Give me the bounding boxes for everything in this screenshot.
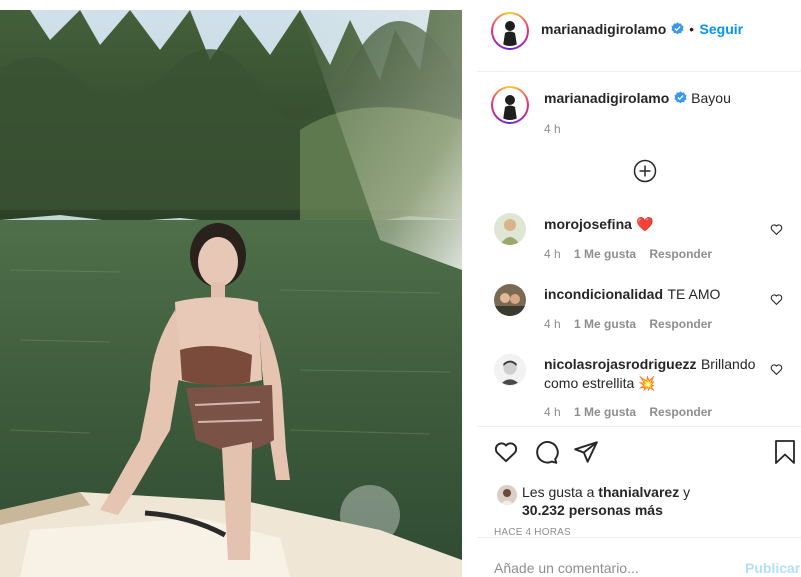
- comment-text: TE AMO: [667, 286, 721, 302]
- caption: marianadigirolamo Bayou: [544, 90, 731, 108]
- bookmark-icon[interactable]: [773, 439, 797, 465]
- commenter-avatar-image: [494, 213, 526, 245]
- caption-avatar-image: [495, 90, 525, 120]
- load-more-icon[interactable]: [633, 159, 657, 183]
- commenter-avatar-image: [495, 355, 525, 385]
- publish-button[interactable]: Publicar: [745, 560, 800, 576]
- comment-username[interactable]: incondicionalidad: [544, 286, 663, 302]
- verified-icon: [674, 91, 687, 104]
- commenter-avatar[interactable]: [494, 213, 526, 245]
- action-bar: Les gusta a thanialvarez y 30.232 person…: [477, 426, 801, 538]
- heart-icon[interactable]: [770, 363, 783, 376]
- comment-likes[interactable]: 1 Me gusta: [574, 317, 636, 331]
- caption-text: Bayou: [691, 90, 731, 106]
- commenter-avatar[interactable]: [494, 354, 526, 386]
- comment-form: Añade un comentario... Publicar: [477, 537, 801, 577]
- commenter-avatar[interactable]: [494, 284, 526, 316]
- comment-time[interactable]: 4 h: [544, 405, 561, 419]
- heart-icon[interactable]: [770, 293, 783, 306]
- caption-time[interactable]: 4 h: [544, 122, 561, 136]
- likes-count[interactable]: 30.232 personas más: [522, 502, 663, 518]
- author-avatar-image: [495, 16, 525, 46]
- likes-prefix: Les gusta a: [522, 484, 595, 500]
- author-avatar[interactable]: [491, 12, 529, 50]
- caption-username[interactable]: marianadigirolamo: [544, 90, 669, 106]
- reply-button[interactable]: Responder: [649, 247, 712, 261]
- comment-text: ❤️: [636, 216, 654, 232]
- comment-text-line2: como estrellita 💥: [544, 375, 656, 391]
- author-username[interactable]: marianadigirolamo: [541, 21, 666, 37]
- comment-input[interactable]: Añade un comentario...: [494, 560, 639, 576]
- comment-text-line1: Brillando: [700, 356, 756, 372]
- caption-avatar[interactable]: [491, 86, 529, 124]
- verified-icon: [671, 22, 684, 35]
- comment-username[interactable]: nicolasrojasrodriguezz: [544, 356, 696, 372]
- likes-summary: Les gusta a thanialvarez y: [522, 484, 690, 500]
- comment-time[interactable]: 4 h: [544, 247, 561, 261]
- post-side-panel: marianadigirolamo • Seguir marianadigiro…: [477, 10, 801, 577]
- comment-time[interactable]: 4 h: [544, 317, 561, 331]
- post-photo[interactable]: [0, 10, 462, 577]
- share-icon[interactable]: [573, 439, 599, 465]
- comment-username[interactable]: morojosefina: [544, 216, 632, 232]
- comment-likes[interactable]: 1 Me gusta: [574, 405, 636, 419]
- reply-button[interactable]: Responder: [649, 317, 712, 331]
- liker-avatar-image: [497, 485, 517, 505]
- like-heart-icon[interactable]: [493, 439, 519, 465]
- liker-username[interactable]: thanialvarez: [598, 484, 679, 500]
- liker-avatar[interactable]: [497, 485, 517, 505]
- photo-illustration: [0, 10, 462, 577]
- post-header: marianadigirolamo • Seguir: [477, 10, 801, 72]
- commenter-avatar-image: [494, 284, 526, 316]
- likes-conj: y: [683, 484, 691, 500]
- reply-button[interactable]: Responder: [649, 405, 712, 419]
- follow-button[interactable]: Seguir: [700, 21, 744, 37]
- heart-icon[interactable]: [770, 223, 783, 236]
- comment-icon[interactable]: [533, 439, 559, 465]
- comment-likes[interactable]: 1 Me gusta: [574, 247, 636, 261]
